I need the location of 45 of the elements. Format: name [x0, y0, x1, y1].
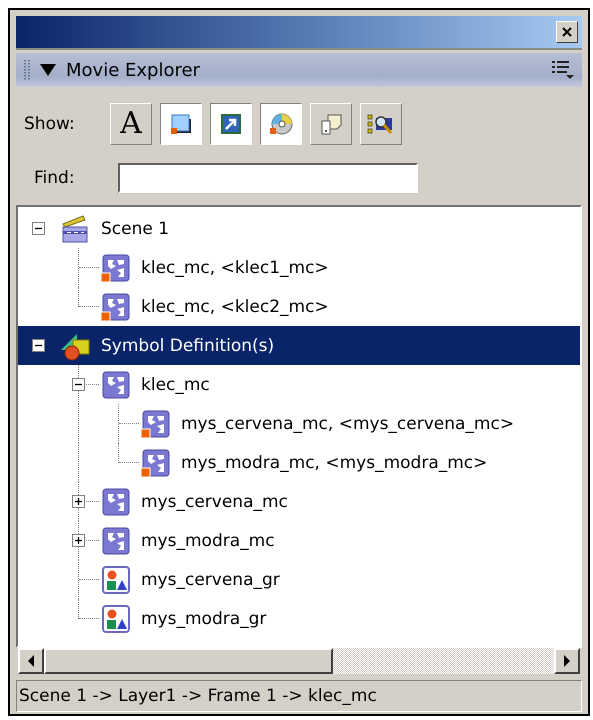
- movie-clip-instance-icon: [99, 252, 131, 284]
- right-arrow-icon: [563, 655, 571, 667]
- expand-toggle[interactable]: [72, 534, 85, 547]
- tree-item[interactable]: klec_mc: [18, 365, 580, 404]
- tree-item[interactable]: Symbol Definition(s): [18, 326, 580, 365]
- expand-toggle[interactable]: [32, 339, 45, 352]
- status-bar: Scene 1 -> Layer1 -> Frame 1 -> klec_mc: [16, 680, 582, 712]
- tree-item[interactable]: mys_cervena_mc, <mys_cervena_mc>: [18, 404, 580, 443]
- tree-item[interactable]: mys_modra_mc, <mys_modra_mc>: [18, 443, 580, 482]
- grip-icon[interactable]: [24, 60, 30, 80]
- tree-item[interactable]: Scene 1: [18, 209, 580, 248]
- show-label: Show:: [24, 114, 76, 134]
- tree-item[interactable]: mys_modra_gr: [18, 599, 580, 638]
- scroll-left-button[interactable]: [18, 648, 44, 674]
- filter-toggle[interactable]: [210, 103, 252, 145]
- tree-item[interactable]: mys_modra_mc: [18, 521, 580, 560]
- graphic-symbol-icon: [99, 564, 131, 596]
- close-icon: [561, 26, 573, 38]
- movie-clip-instance-icon: [139, 446, 171, 478]
- tree-item[interactable]: mys_cervena_mc: [18, 482, 580, 521]
- options-menu-icon[interactable]: [552, 60, 574, 80]
- movie-clip-instance-icon: [99, 290, 131, 322]
- scroll-right-button[interactable]: [554, 648, 580, 674]
- graphic-symbol-icon: [99, 602, 131, 634]
- plus-icon: [74, 536, 83, 545]
- filter-toggle[interactable]: [260, 103, 302, 145]
- find-label: Find:: [34, 168, 76, 188]
- scroll-thumb[interactable]: [44, 648, 333, 674]
- collapse-triangle-icon[interactable]: [40, 63, 56, 77]
- find-field[interactable]: [118, 163, 418, 193]
- close-button[interactable]: [556, 21, 578, 43]
- tree-item[interactable]: klec_mc, <klec2_mc>: [18, 287, 580, 326]
- expand-toggle[interactable]: [72, 378, 85, 391]
- disc-icon: [268, 111, 294, 137]
- filter-toggle[interactable]: A: [110, 103, 152, 145]
- tree-item[interactable]: klec_mc, <klec1_mc>: [18, 248, 580, 287]
- expand-toggle[interactable]: [72, 495, 85, 508]
- horizontal-scrollbar[interactable]: [18, 648, 580, 674]
- left-arrow-icon: [27, 655, 35, 667]
- filter-toggle[interactable]: [160, 103, 202, 145]
- tree-item[interactable]: mys_cervena_gr: [18, 560, 580, 599]
- plus-icon: [74, 497, 83, 506]
- movie-clip-instance-icon: [139, 408, 171, 440]
- panel-title: Movie Explorer: [66, 60, 200, 80]
- expand-toggle[interactable]: [32, 222, 45, 235]
